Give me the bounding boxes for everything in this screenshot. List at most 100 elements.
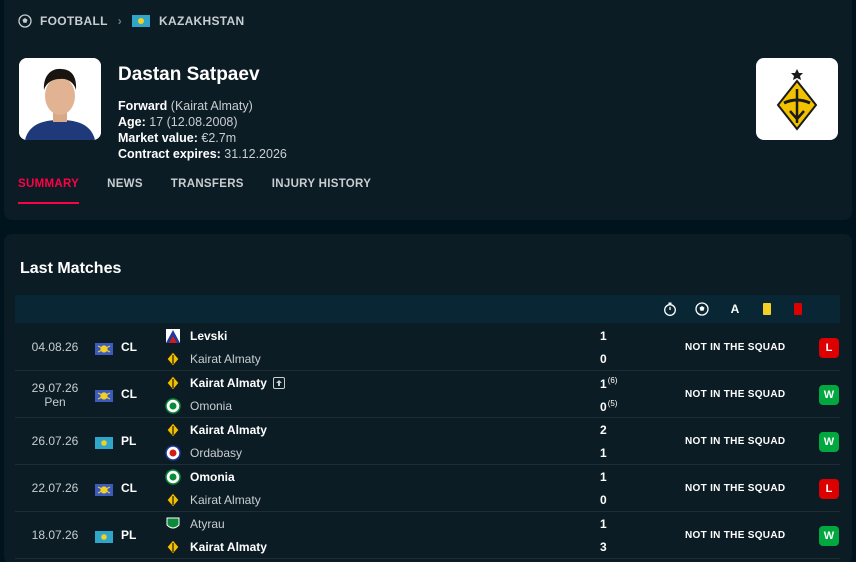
match-row[interactable]: 29.07.26 Pen CL Kairat Almaty Omonia 1(6… [15,371,840,418]
match-date: 29.07.26 Pen [15,381,95,409]
home-score-value: 1 [600,329,607,343]
tab-injury-history[interactable]: INJURY HISTORY [272,178,371,204]
home-team: Levski [165,328,227,344]
competition-label: CL [121,340,137,354]
away-team: Ordabasy [165,445,242,461]
away-penalty-score: (5) [607,399,618,408]
player-status: NOT IN THE SQUAD [685,342,786,353]
player-info: Forward (Kairat Almaty) Age: 17 (12.08.2… [118,98,287,162]
competition-label: CL [121,481,137,495]
home-team: Atyrau [165,516,225,532]
match-row[interactable]: 22.07.26 CL Omonia Kairat Almaty 1 0 NOT… [15,465,840,512]
away-team: Kairat Almaty [165,492,261,508]
away-team-logo-icon [165,492,181,508]
home-score: 2 [600,423,607,437]
player-market-line: Market value: €2.7m [118,130,287,146]
tab-summary[interactable]: SUMMARY [18,178,80,204]
home-team-name: Atyrau [190,517,225,531]
player-club-link[interactable]: (Kairat Almaty) [171,99,253,113]
player-status: NOT IN THE SQUAD [685,530,786,541]
match-date: 04.08.26 [15,340,95,354]
player-photo [19,58,101,140]
assist-icon: A [730,302,740,316]
market-value: €2.7m [201,131,237,145]
home-team-logo-icon [165,422,181,438]
match-date-value: 04.08.26 [31,340,79,354]
advanced-icon [272,377,285,389]
player-tabs: SUMMARY NEWS TRANSFERS INJURY HISTORY [18,178,399,204]
match-date-value: 22.07.26 [31,481,79,495]
away-score: 0(5) [600,399,617,414]
away-team: Omonia [165,398,232,414]
home-score: 1 [600,329,607,343]
home-team-logo-icon [165,328,181,344]
player-name: Dastan Satpaev [118,64,260,85]
away-team: Kairat Almaty [165,351,261,367]
away-team-name: Kairat Almaty [190,352,261,366]
player-status: NOT IN THE SQUAD [685,389,786,400]
result-badge: W [819,385,839,405]
result-badge: W [819,526,839,546]
result-badge: W [819,432,839,452]
home-team-logo-icon [165,516,181,532]
match-date: 26.07.26 [15,434,95,448]
breadcrumb: FOOTBALL › KAZAKHSTAN [18,14,244,28]
tab-transfers[interactable]: TRANSFERS [171,178,244,204]
away-score: 0 [600,352,607,366]
away-team-logo-icon [165,445,181,461]
ball-icon [695,302,709,316]
away-team-logo-icon [165,398,181,414]
yellow-card-icon [760,302,774,316]
competition-label: PL [121,434,137,448]
away-team-name: Kairat Almaty [190,493,261,507]
competition-label: PL [121,528,137,542]
contract-label: Contract expires: [118,147,221,161]
away-score-value: 0 [600,352,607,366]
breadcrumb-sport[interactable]: FOOTBALL [40,14,108,28]
match-date-value: 26.07.26 [31,434,79,448]
home-score-value: 1 [600,377,607,391]
away-score-value: 0 [600,400,607,414]
away-score: 1 [600,446,607,460]
home-score: 1(6) [600,376,617,391]
home-team: Kairat Almaty [165,422,267,438]
breadcrumb-country[interactable]: KAZAKHSTAN [159,14,244,28]
away-team-name: Omonia [190,399,233,413]
away-team-name: Ordabasy [190,446,243,460]
match-row[interactable]: 18.07.26 PL Atyrau Kairat Almaty 1 3 NOT… [15,512,840,559]
competition-flag-icon [95,342,113,355]
home-team-name: Omonia [190,470,235,484]
football-icon [18,14,32,28]
player-status: NOT IN THE SQUAD [685,436,786,447]
home-team-name: Kairat Almaty [190,376,267,390]
kazakhstan-flag-icon [132,15,151,27]
matches-table-header: A [15,295,840,323]
home-score: 1 [600,470,607,484]
contract-value: 31.12.2026 [224,147,287,161]
home-team-logo-icon [165,375,181,391]
competition-flag-icon [95,436,113,449]
club-logo[interactable] [756,58,838,140]
away-team-logo-icon [165,539,181,555]
home-score: 1 [600,517,607,531]
away-score-value: 1 [600,446,607,460]
away-score: 0 [600,493,607,507]
home-score-value: 1 [600,470,607,484]
home-score-value: 2 [600,423,607,437]
player-age-line: Age: 17 (12.08.2008) [118,114,287,130]
away-team-name: Kairat Almaty [190,540,267,554]
kairat-crest-icon [776,69,818,131]
home-team: Kairat Almaty [165,375,285,391]
competition-flag-icon [95,389,113,402]
away-score: 3 [600,540,607,554]
stopwatch-icon [663,302,677,316]
player-position: Forward [118,99,168,113]
age-value: 17 (12.08.2008) [149,115,238,129]
match-row[interactable]: 04.08.26 CL Levski Kairat Almaty 1 0 NOT… [15,324,840,371]
match-row[interactable]: 26.07.26 PL Kairat Almaty Ordabasy 2 1 N… [15,418,840,465]
match-date-value: 29.07.26 [31,381,79,395]
tab-news[interactable]: NEWS [107,178,143,204]
home-team-name: Kairat Almaty [190,423,267,437]
market-value-label: Market value: [118,131,198,145]
competition-flag-icon [95,483,113,496]
